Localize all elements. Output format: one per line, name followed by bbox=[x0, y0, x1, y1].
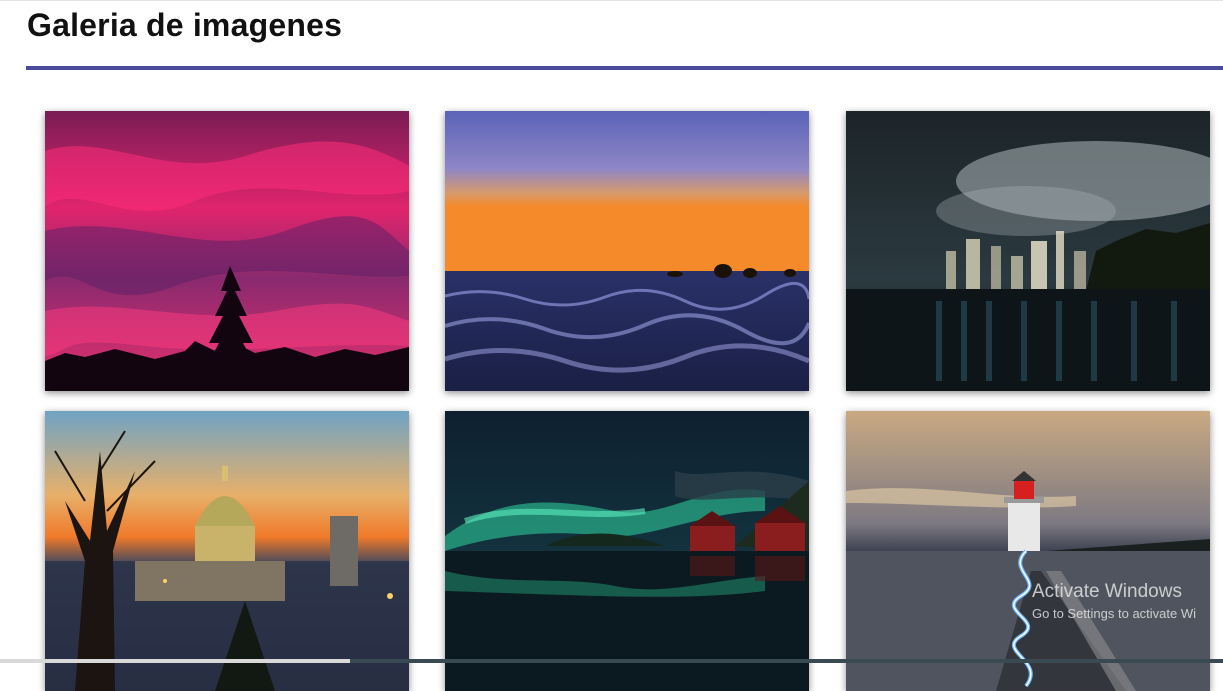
lighthouse-night-image bbox=[846, 411, 1210, 691]
image-gallery bbox=[0, 1, 1223, 691]
gallery-image-2[interactable] bbox=[445, 111, 809, 391]
gallery-image-5[interactable] bbox=[445, 411, 809, 691]
ocean-sunset-image bbox=[445, 111, 809, 391]
sunset-pine-image bbox=[45, 111, 409, 391]
cathedral-dusk-image bbox=[45, 411, 409, 691]
city-skyline-image bbox=[846, 111, 1210, 391]
gallery-image-4[interactable] bbox=[45, 411, 409, 691]
gallery-image-1[interactable] bbox=[45, 111, 409, 391]
taskbar-strip bbox=[0, 659, 1223, 663]
gallery-image-6[interactable] bbox=[846, 411, 1210, 691]
gallery-image-3[interactable] bbox=[846, 111, 1210, 391]
aurora-lake-image bbox=[445, 411, 809, 691]
